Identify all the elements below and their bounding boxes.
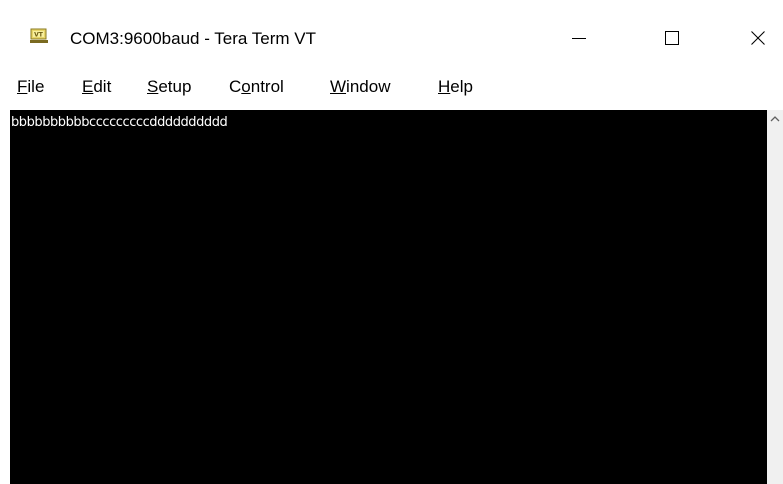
menu-file-label: ile bbox=[27, 77, 45, 96]
tera-term-vt-icon: VT bbox=[30, 28, 48, 43]
menu-setup[interactable]: Setup bbox=[147, 77, 191, 97]
minimize-button[interactable] bbox=[551, 18, 607, 58]
menu-help-label: elp bbox=[450, 77, 473, 96]
scroll-up-arrow-icon bbox=[770, 116, 780, 122]
title-bar[interactable]: VT COM3:9600baud - Tera Term VT bbox=[0, 0, 783, 72]
menu-window-mnemonic: W bbox=[330, 77, 347, 96]
menu-setup-mnemonic: S bbox=[147, 77, 159, 96]
menu-control-mnemonic: o bbox=[241, 77, 251, 96]
menu-setup-label: etup bbox=[158, 77, 192, 96]
svg-text:VT: VT bbox=[34, 32, 44, 39]
menu-window[interactable]: Window bbox=[330, 77, 390, 97]
tera-term-window: VT COM3:9600baud - Tera Term VT File Edi… bbox=[0, 0, 783, 484]
close-button[interactable] bbox=[730, 18, 783, 58]
menu-edit-mnemonic: E bbox=[82, 77, 94, 96]
menu-bar: File Edit Setup Control Window Help bbox=[0, 72, 783, 110]
menu-control-prefix: C bbox=[229, 77, 242, 96]
menu-window-label: indow bbox=[346, 77, 391, 96]
menu-control-label: ntrol bbox=[250, 77, 284, 96]
menu-edit-label: dit bbox=[93, 77, 112, 96]
menu-help-mnemonic: H bbox=[438, 77, 451, 96]
menu-control[interactable]: Control bbox=[229, 77, 284, 97]
menu-edit[interactable]: Edit bbox=[82, 77, 111, 97]
menu-file[interactable]: File bbox=[17, 77, 44, 97]
vertical-scrollbar[interactable] bbox=[767, 110, 783, 484]
menu-help[interactable]: Help bbox=[438, 77, 473, 97]
menu-file-mnemonic: F bbox=[17, 77, 28, 96]
window-left-border bbox=[0, 110, 10, 484]
terminal-line: bbbbbbbbbbcccccccccdddddddddd bbox=[11, 115, 228, 130]
close-icon bbox=[751, 31, 765, 45]
maximize-button[interactable] bbox=[644, 18, 700, 58]
window-title: COM3:9600baud - Tera Term VT bbox=[70, 29, 316, 48]
maximize-icon bbox=[665, 31, 679, 45]
minimize-icon bbox=[572, 38, 586, 39]
scroll-up-button[interactable] bbox=[767, 110, 783, 128]
terminal-screen[interactable]: bbbbbbbbbbcccccccccdddddddddd bbox=[10, 110, 767, 484]
